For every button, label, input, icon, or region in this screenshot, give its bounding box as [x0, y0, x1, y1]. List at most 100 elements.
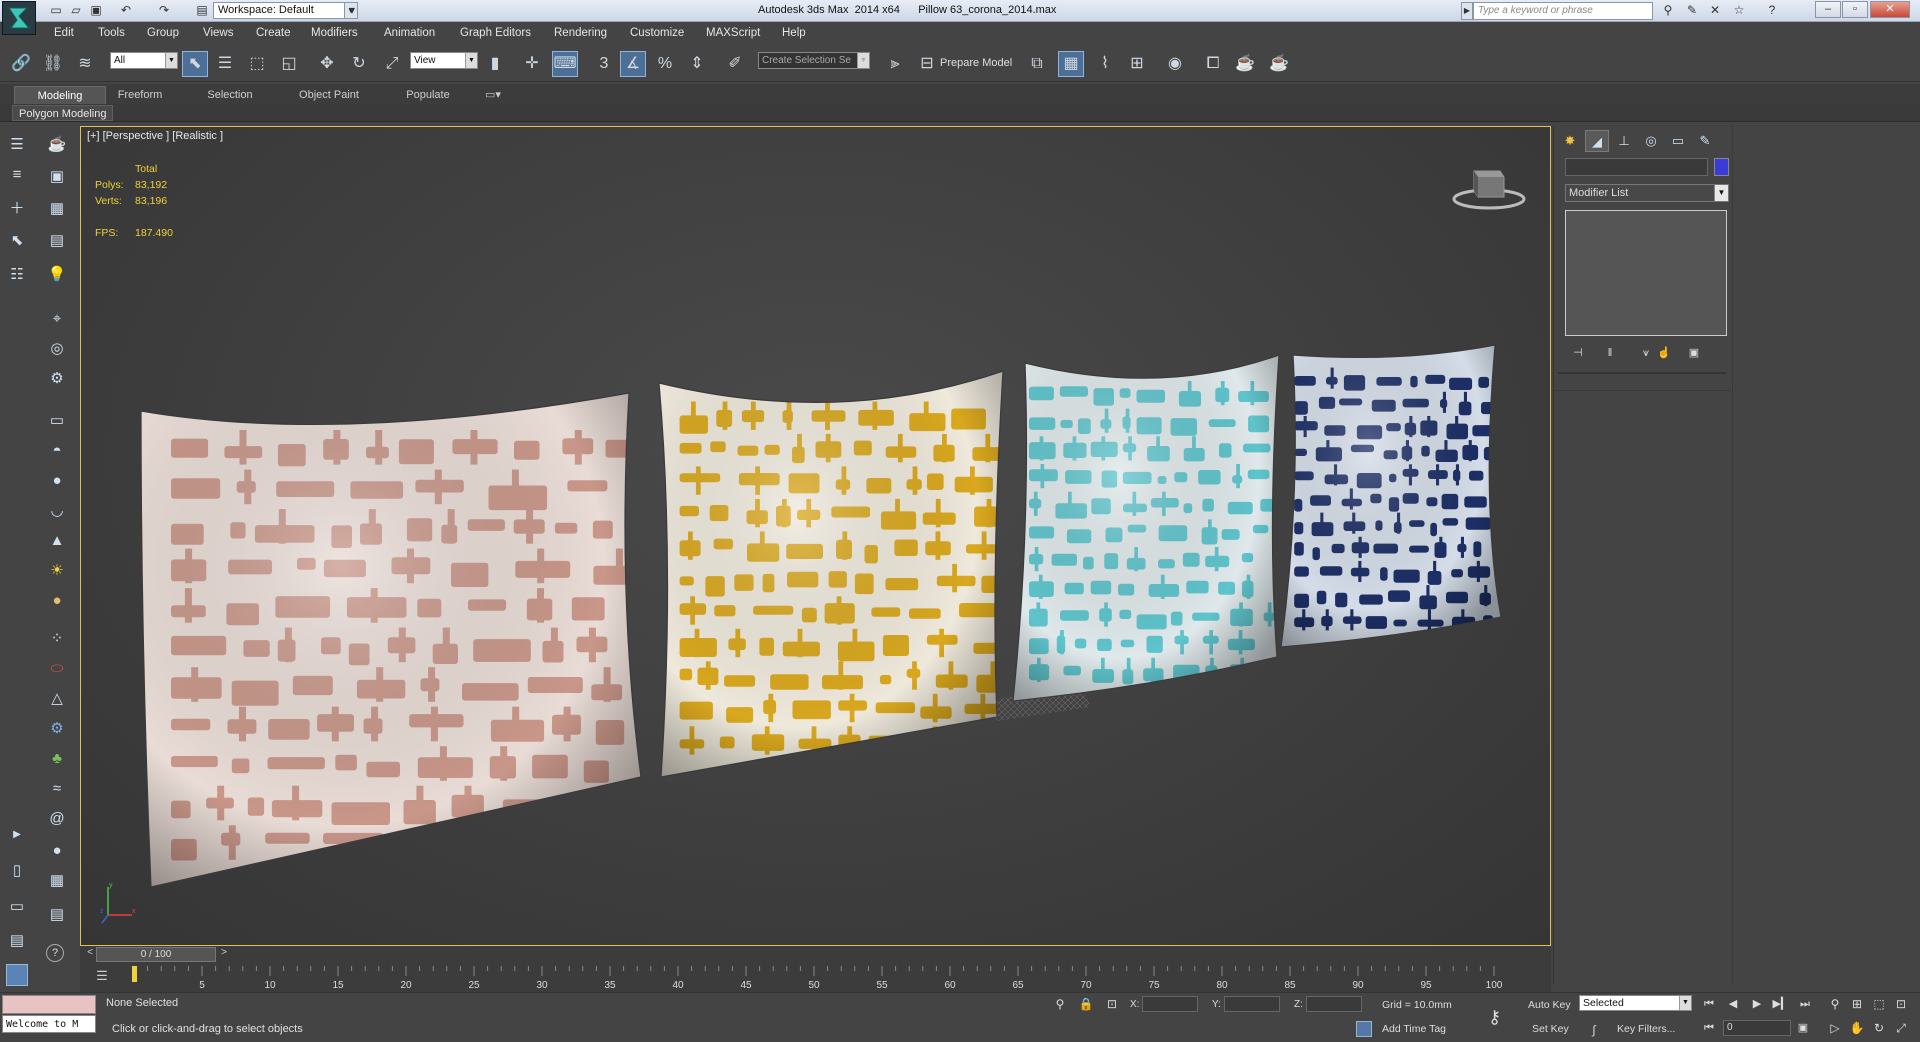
angle-snap-icon[interactable]: ∡ — [620, 51, 646, 77]
maxscript-mini-listener[interactable]: Welcome to M — [2, 1015, 96, 1033]
workspace-dropdown[interactable]: Workspace: Default ▼ — [213, 2, 358, 19]
bowl-icon[interactable]: ◡ — [46, 500, 68, 522]
hair-icon[interactable]: ≈ — [46, 778, 68, 800]
orbit-icon[interactable]: ↻ — [1870, 1019, 1888, 1037]
close-button[interactable]: ✕ — [1870, 1, 1910, 18]
modifier-stack[interactable] — [1565, 210, 1727, 336]
create-icon[interactable]: ＋ — [6, 198, 28, 220]
time-slider-thumb[interactable]: 0 / 100 — [96, 947, 216, 962]
scene-explorer-icon[interactable]: ☰ — [6, 134, 28, 156]
viewport-layout-2-icon[interactable]: ▭ — [6, 896, 28, 918]
select-object-icon[interactable]: ⬉ — [182, 51, 208, 77]
sun-icon[interactable]: ☀ — [46, 560, 68, 582]
cyan-pillow[interactable] — [1012, 354, 1280, 702]
reference-coordinate-dropdown[interactable]: View ▼ — [410, 52, 478, 69]
next-frame-icon[interactable]: ▶▎ — [1772, 996, 1790, 1012]
link-icon[interactable]: 🔗 — [8, 51, 34, 77]
cone-icon[interactable]: ▲ — [46, 530, 68, 552]
add-time-tag[interactable]: Add Time Tag — [1382, 1023, 1446, 1035]
previous-frame-icon[interactable]: ◀ — [1724, 996, 1742, 1012]
track-bar[interactable]: ☰ 5 10 15 20 25 30 35 40 45 50 55 60 65 70 75 80 85 90 95 1… — [80, 964, 1551, 992]
menu-views[interactable]: Views — [203, 27, 233, 39]
open-file-icon[interactable]: ▱ — [68, 3, 84, 18]
keyboard-shortcut-override-icon[interactable]: ⌨ — [552, 51, 578, 77]
bind-space-warp-icon[interactable]: ≋ — [72, 51, 98, 77]
create-tab-icon[interactable]: ✸ — [1558, 130, 1582, 152]
schematic-view-icon[interactable]: ⊞ — [1124, 51, 1150, 77]
gear-icon[interactable]: ⚙ — [46, 718, 68, 740]
window-crossing-icon[interactable]: ◱ — [276, 51, 302, 77]
make-unique-icon[interactable]: ⩛ — [1636, 344, 1656, 362]
pivot-center-icon[interactable]: ▮ — [482, 51, 508, 77]
key-set-dropdown[interactable]: Selected ▼ — [1579, 995, 1692, 1011]
redo-icon[interactable]: ↷ — [156, 3, 172, 18]
menu-tools[interactable]: Tools — [98, 27, 125, 39]
percent-snap-icon[interactable]: % — [652, 51, 678, 77]
menu-maxscript[interactable]: MAXScript — [706, 27, 760, 39]
next-frame-arrow[interactable]: > — [218, 947, 230, 962]
spinner-snap-icon[interactable]: ⇕ — [684, 51, 710, 77]
pan-icon[interactable]: ✋ — [1848, 1019, 1866, 1037]
field-of-view-icon[interactable]: ▷ — [1826, 1019, 1844, 1037]
save-file-icon[interactable]: ▣ — [88, 3, 104, 18]
snaps-toggle-icon[interactable]: 3 — [591, 51, 617, 77]
yellow-sphere-icon[interactable]: ● — [46, 590, 68, 612]
selection-lock-icon[interactable]: 🔒 — [1078, 996, 1094, 1012]
scale-icon[interactable]: ⤢ — [379, 51, 405, 77]
tangent-icon[interactable]: ∫ — [1586, 1022, 1602, 1038]
new-file-icon[interactable]: ▭ — [48, 3, 64, 18]
shell-icon[interactable]: @ — [46, 808, 68, 830]
pink-pillow[interactable] — [140, 392, 660, 888]
object-name-field[interactable] — [1565, 158, 1708, 176]
maximize-button[interactable]: ▫ — [1842, 1, 1868, 18]
configure-modifier-sets-icon[interactable]: ▣ — [1684, 344, 1704, 362]
edit-named-selections-icon[interactable]: ✐ — [722, 51, 748, 77]
hemisphere-icon[interactable]: ◓ — [46, 440, 68, 462]
camera-icon[interactable]: ⌖ — [46, 308, 68, 330]
helper-icon[interactable]: ◎ — [46, 338, 68, 360]
motion-tab-icon[interactable]: ◎ — [1639, 130, 1663, 152]
project-folder-icon[interactable]: ▤ — [194, 3, 210, 18]
grid-icon[interactable]: ▦ — [46, 198, 68, 220]
zoom-extents-all-icon[interactable]: ⊡ — [1892, 995, 1910, 1013]
calendar-grid-icon[interactable]: ▦ — [46, 870, 68, 892]
time-slider[interactable]: < 0 / 100 > — [80, 946, 1551, 964]
key-icon[interactable]: ⚷ — [1488, 1007, 1501, 1028]
current-frame-field[interactable]: 0 — [1723, 1020, 1791, 1036]
modifier-list-dropdown[interactable]: Modifier List ▼ — [1565, 184, 1729, 202]
image-plane-icon[interactable]: ▣ — [46, 166, 68, 188]
absolute-transform-icon[interactable]: ⊡ — [1104, 996, 1120, 1012]
utilities-tab-icon[interactable]: ✎ — [1693, 130, 1717, 152]
table-icon[interactable]: ▤ — [46, 230, 68, 252]
script-icon[interactable]: ▤ — [46, 904, 68, 926]
menu-edit[interactable]: Edit — [54, 27, 74, 39]
unlink-icon[interactable]: ⛓ — [40, 51, 66, 77]
time-tag-icon[interactable] — [1356, 1021, 1372, 1037]
help-icon[interactable]: ? — [46, 944, 64, 962]
search-input[interactable]: Type a keyword or phrase — [1473, 2, 1653, 20]
go-to-start-icon[interactable]: ⏮ — [1700, 996, 1718, 1012]
layer-explorer-icon[interactable]: ≡ — [6, 164, 28, 186]
box-icon[interactable]: ▭ — [46, 410, 68, 432]
menu-group[interactable]: Group — [147, 27, 179, 39]
minimize-button[interactable]: – — [1815, 1, 1841, 18]
menu-customize[interactable]: Customize — [630, 27, 684, 39]
show-end-result-icon[interactable]: ‖ — [1600, 344, 1620, 362]
navy-pillow[interactable] — [1280, 344, 1506, 648]
x-coord-field[interactable] — [1142, 996, 1198, 1012]
named-selection-dropdown[interactable]: Create Selection Se ▼ — [758, 52, 870, 69]
previous-frame-arrow[interactable]: < — [84, 947, 96, 962]
communication-icon[interactable]: ✎ — [1684, 3, 1700, 18]
remove-modifier-icon[interactable]: ☝ — [1654, 344, 1674, 362]
polygon-modeling-panel[interactable]: Polygon Modeling — [12, 105, 114, 121]
menu-animation[interactable]: Animation — [384, 27, 435, 39]
menu-modifiers[interactable]: Modifiers — [311, 27, 358, 39]
help-icon[interactable]: ? — [1764, 3, 1780, 18]
selection-filter-dropdown[interactable]: All ▼ — [110, 52, 178, 69]
plant-icon[interactable]: ♣ — [46, 748, 68, 770]
y-coord-field[interactable] — [1224, 996, 1280, 1012]
yellow-pillow[interactable] — [658, 370, 1019, 778]
light-bulb-icon[interactable]: 💡 — [46, 264, 68, 286]
play-icon[interactable]: ▶ — [1748, 996, 1766, 1012]
pyramid-icon[interactable]: △ — [46, 688, 68, 710]
